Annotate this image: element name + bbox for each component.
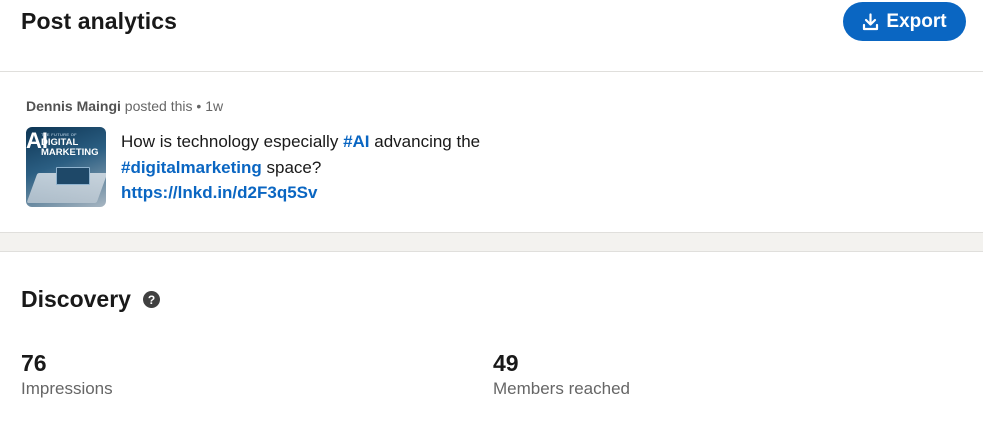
post-link[interactable]: https://lnkd.in/d2F3q5Sv — [121, 183, 317, 202]
post-thumbnail[interactable]: AI THE FUTURE OF DIGITAL MARKETING — [26, 127, 106, 207]
metric-impressions: 76 Impressions — [21, 349, 113, 399]
post-action: posted this — [124, 98, 193, 114]
members-reached-value: 49 — [493, 350, 519, 376]
post-meta: Dennis Maingi posted this • 1w — [26, 98, 223, 114]
post-text-part3: space? — [261, 157, 322, 177]
post-analytics-page: Post analytics Export Dennis Maingi post… — [0, 0, 983, 430]
question-circle-icon[interactable]: ? — [143, 291, 160, 308]
hashtag-digitalmarketing[interactable]: #digitalmarketing — [121, 158, 262, 177]
members-reached-label: Members reached — [493, 379, 631, 398]
impressions-value: 76 — [21, 350, 47, 376]
post-text-part2: advancing the — [369, 132, 481, 151]
meta-separator: • — [196, 98, 202, 114]
post-time: 1w — [205, 98, 224, 114]
metric-members-reached: 49 Members reached — [493, 349, 630, 399]
impressions-label: Impressions — [21, 379, 113, 398]
export-label: Export — [886, 10, 947, 32]
post-author[interactable]: Dennis Maingi — [26, 98, 121, 114]
post-text-part1: How is technology especially — [121, 132, 344, 151]
thumbnail-line2: MARKETING — [41, 147, 99, 158]
export-button[interactable]: Export — [843, 2, 966, 41]
hashtag-ai[interactable]: #AI — [343, 132, 369, 151]
thumbnail-screen-graphic — [56, 167, 90, 185]
page-title: Post analytics — [21, 8, 178, 34]
discovery-title: Discovery — [21, 286, 131, 312]
post-text: How is technology especially #AI advanci… — [121, 129, 481, 206]
section-divider — [0, 232, 983, 252]
page-header: Post analytics Export — [0, 0, 983, 72]
download-icon — [862, 12, 879, 31]
